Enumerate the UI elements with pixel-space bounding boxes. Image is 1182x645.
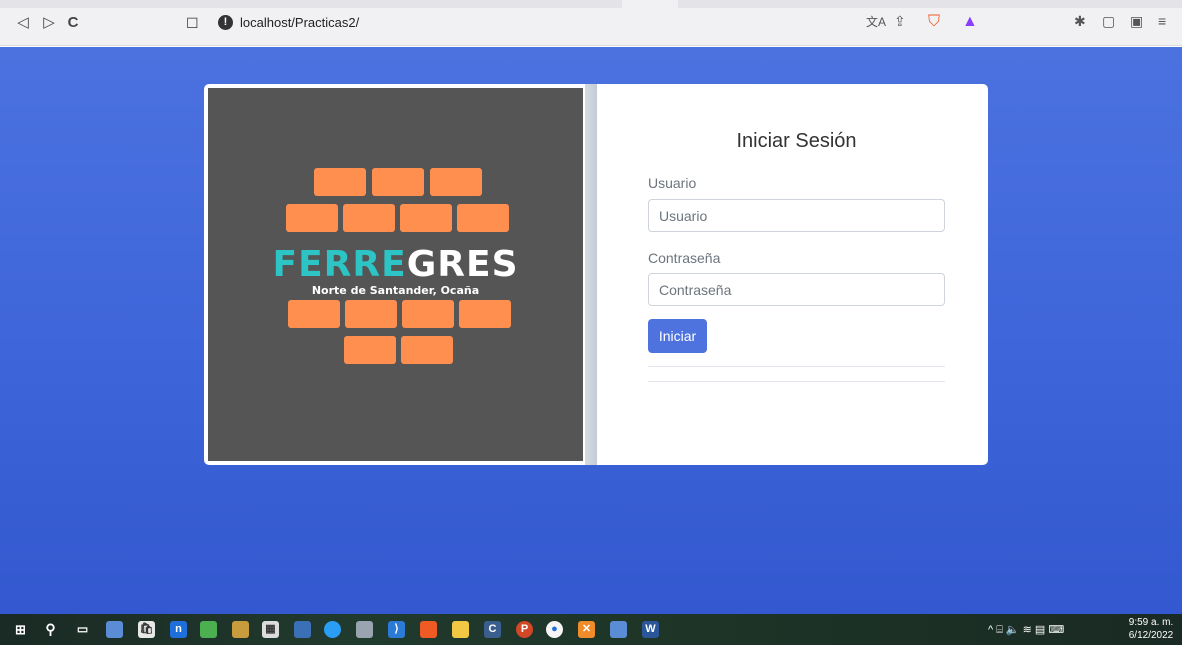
url-text[interactable]: localhost/Practicas2/ [240, 15, 359, 30]
brick-shape [457, 204, 509, 232]
forward-icon[interactable]: ▷ [40, 14, 58, 32]
tab-strip [0, 0, 1182, 8]
browser-toolbar: ◁ ▷ C ☐ ! localhost/Practicas2/ 文A ⇪ ⛉ ▲… [0, 0, 1182, 46]
translate-icon[interactable]: 文A [866, 13, 886, 30]
back-icon[interactable]: ◁ [14, 14, 32, 32]
active-tab[interactable] [622, 0, 678, 8]
app-icon[interactable] [356, 621, 373, 638]
brick-shape [345, 300, 397, 328]
brick-shape [372, 168, 424, 196]
bookmark-icon[interactable]: ☐ [186, 15, 199, 32]
search-icon[interactable]: ⚲ [42, 621, 59, 638]
brand-name: FERREGRES [208, 244, 583, 285]
password-input[interactable] [648, 273, 945, 306]
powerpoint-icon[interactable]: P [516, 621, 533, 638]
vscode-icon[interactable]: ⟩ [388, 621, 405, 638]
wallet-icon[interactable]: ▣ [1130, 13, 1143, 30]
logo-panel: FERREGRES Norte de Santander, Ocaña [208, 88, 583, 461]
taskbar-clock[interactable]: 9:59 a. m. 6/12/2022 [1123, 616, 1179, 642]
brick-shape [400, 204, 452, 232]
windows-taskbar: ⊞ ⚲ ▭ 🛍 n ▦ ⟩ C P ● ✕ W ^ ⌸ 🔈 ≋ ▤ ⌨ 9:59… [0, 614, 1182, 645]
app-icon[interactable] [200, 621, 217, 638]
system-tray-icons[interactable]: ^ ⌸ 🔈 ≋ ▤ ⌨ [988, 623, 1064, 637]
password-label: Contraseña [648, 250, 721, 266]
app-n-icon[interactable]: n [170, 621, 187, 638]
windows-start-icon[interactable]: ⊞ [12, 621, 29, 638]
reload-icon[interactable]: C [64, 14, 82, 32]
brick-shape [314, 168, 366, 196]
site-info-icon[interactable]: ! [218, 15, 233, 30]
menu-icon[interactable]: ≡ [1158, 13, 1166, 29]
brick-shape [288, 300, 340, 328]
network-app-icon[interactable] [106, 621, 123, 638]
clock-date: 6/12/2022 [1128, 630, 1174, 641]
app-icon[interactable] [294, 621, 311, 638]
brave-icon[interactable] [420, 621, 437, 638]
calculator-icon[interactable]: ▦ [262, 621, 279, 638]
brick-shape [430, 168, 482, 196]
brick-shape [459, 300, 511, 328]
form-divider [648, 381, 945, 382]
app-icon[interactable] [324, 621, 341, 638]
brick-shape [286, 204, 338, 232]
brave-rewards-icon[interactable]: ▲ [962, 13, 978, 31]
brand-name-part2: GRES [406, 244, 519, 285]
brand-name-part1: FERRE [272, 244, 407, 285]
app-icon[interactable]: C [484, 621, 501, 638]
form-divider [648, 366, 945, 367]
brick-shape [402, 300, 454, 328]
brick-shape [401, 336, 453, 364]
extensions-icon[interactable]: ✱ [1074, 13, 1086, 30]
app-icon[interactable] [610, 621, 627, 638]
clock-time: 9:59 a. m. [1128, 617, 1174, 628]
card-divider [585, 84, 597, 465]
login-button[interactable]: Iniciar [648, 319, 707, 353]
login-card: FERREGRES Norte de Santander, Ocaña Inic… [204, 84, 988, 465]
brick-shape [343, 204, 395, 232]
app-icon[interactable]: ● [546, 621, 563, 638]
username-label: Usuario [648, 175, 697, 191]
brave-shield-icon[interactable]: ⛉ [928, 13, 940, 31]
brick-shape [344, 336, 396, 364]
page-background: FERREGRES Norte de Santander, Ocaña Inic… [0, 47, 1182, 614]
app-icon[interactable] [232, 621, 249, 638]
store-icon[interactable]: 🛍 [138, 621, 155, 638]
file-explorer-icon[interactable] [452, 621, 469, 638]
login-title: Iniciar Sesión [736, 130, 857, 152]
share-icon[interactable]: ⇪ [894, 13, 906, 30]
xampp-icon[interactable]: ✕ [578, 621, 595, 638]
word-icon[interactable]: W [642, 621, 659, 638]
login-form: Iniciar Sesión Usuario Contraseña Inicia… [648, 84, 945, 465]
task-view-icon[interactable]: ▭ [74, 621, 91, 638]
username-input[interactable] [648, 199, 945, 232]
sidebar-icon[interactable]: ▢ [1102, 13, 1115, 30]
brand-tagline: Norte de Santander, Ocaña [311, 284, 480, 297]
